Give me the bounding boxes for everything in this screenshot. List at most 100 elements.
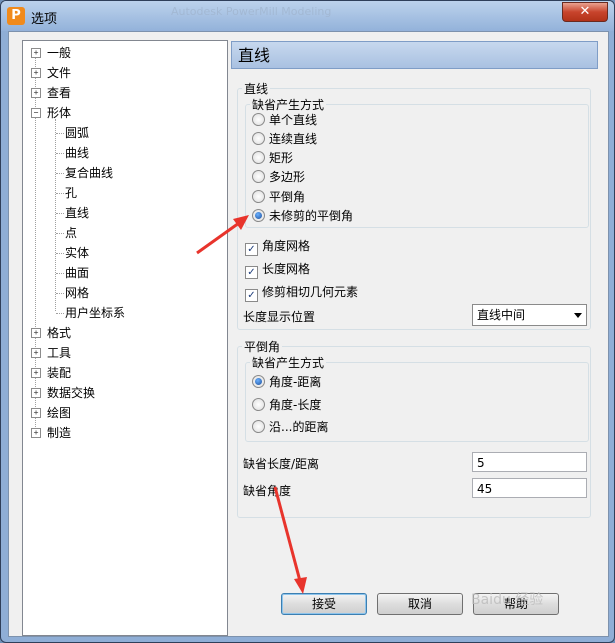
tree-connector	[56, 273, 64, 274]
options-tree[interactable]: + 一般 + 文件 + 查看 − 形体 圆弧 曲线 复合曲线 孔 直线 点 实体…	[22, 40, 228, 636]
dropdown-arrow-icon[interactable]	[574, 313, 582, 318]
tree-item-label: 装配	[47, 366, 72, 380]
checkmark-icon[interactable]: ✓	[245, 243, 258, 256]
checkmark-icon[interactable]: ✓	[245, 289, 258, 302]
checkbox-label: 修剪相切几何元素	[262, 285, 359, 299]
radio-distance-along[interactable]: 沿...的距离	[252, 418, 328, 436]
page-title: 直线	[231, 41, 598, 69]
radio-button-icon[interactable]	[252, 132, 265, 145]
expand-icon[interactable]: +	[31, 388, 41, 398]
radio-polygon[interactable]: 多边形	[252, 168, 305, 186]
chamfer-default-mode-title: 缺省产生方式	[252, 356, 325, 370]
tree-item-hole[interactable]: 孔	[65, 184, 77, 202]
default-length-input[interactable]: 5	[472, 452, 587, 472]
tree-connector	[56, 133, 64, 134]
tree-item-label: 一般	[47, 46, 72, 60]
radio-button-icon[interactable]	[252, 190, 265, 203]
expand-icon[interactable]: +	[31, 328, 41, 338]
tree-item-label: 格式	[47, 326, 72, 340]
tree-item-solid[interactable]: 实体	[65, 244, 89, 262]
tree-item-composite-curve[interactable]: 复合曲线	[65, 164, 113, 182]
dialog-client-area: + 一般 + 文件 + 查看 − 形体 圆弧 曲线 复合曲线 孔 直线 点 实体…	[8, 31, 609, 637]
radio-label: 平倒角	[269, 190, 306, 204]
radio-label: 矩形	[269, 151, 294, 165]
tree-item-label: 工具	[47, 346, 72, 360]
tree-item-line[interactable]: 直线	[65, 204, 89, 222]
radio-button-selected-icon[interactable]	[252, 209, 265, 222]
tree-connector	[56, 293, 64, 294]
tree-item-label: 制造	[47, 426, 72, 440]
line-group-title: 直线	[244, 82, 269, 96]
chamfer-group-title: 平倒角	[244, 340, 281, 354]
expand-icon[interactable]: +	[31, 408, 41, 418]
checkbox-label: 角度网格	[262, 239, 311, 253]
expand-icon[interactable]: +	[31, 368, 41, 378]
radio-button-icon[interactable]	[252, 170, 265, 183]
radio-label: 连续直线	[269, 132, 318, 146]
expand-icon[interactable]: +	[31, 348, 41, 358]
tree-item-surface[interactable]: 曲面	[65, 264, 89, 282]
tree-connector	[56, 313, 64, 314]
tree-connector	[56, 173, 64, 174]
tree-item-user-workplane[interactable]: 用户坐标系	[65, 304, 125, 322]
radio-button-icon[interactable]	[252, 113, 265, 126]
tree-connector	[56, 193, 64, 194]
tree-connector	[56, 153, 64, 154]
radio-button-icon[interactable]	[252, 420, 265, 433]
tree-connector	[55, 119, 56, 311]
close-button[interactable]: ✕	[562, 2, 608, 22]
radio-continuous-line[interactable]: 连续直线	[252, 130, 317, 148]
expand-icon[interactable]: +	[31, 88, 41, 98]
default-angle-input[interactable]: 45	[472, 478, 587, 498]
radio-single-line[interactable]: 单个直线	[252, 111, 317, 129]
radio-label: 沿...的距离	[269, 420, 329, 434]
options-dialog: P 选项 Autodesk PowerMill Modeling ✕ + 一般 …	[0, 0, 615, 643]
tree-item-label: 查看	[47, 86, 72, 100]
window-title: 选项	[31, 12, 58, 27]
background-window-title: Autodesk PowerMill Modeling	[171, 5, 332, 18]
tree-item-label: 数据交换	[47, 386, 96, 400]
radio-button-selected-icon[interactable]	[252, 375, 265, 388]
checkmark-icon[interactable]: ✓	[245, 266, 258, 279]
radio-label: 角度-长度	[269, 398, 322, 412]
radio-untrimmed-chamfer[interactable]: 未修剪的平倒角	[252, 207, 353, 225]
tree-connector	[56, 213, 64, 214]
default-angle-label: 缺省角度	[243, 484, 292, 498]
radio-chamfer[interactable]: 平倒角	[252, 188, 305, 206]
select-value: 直线中间	[477, 308, 526, 322]
checkbox-length-grid[interactable]: ✓ 长度网格	[245, 260, 311, 279]
length-display-select[interactable]: 直线中间	[472, 304, 587, 326]
watermark: Baidu 经验	[471, 592, 544, 608]
tree-item-arc[interactable]: 圆弧	[65, 124, 89, 142]
radio-angle-distance[interactable]: 角度-距离	[252, 373, 321, 391]
expand-icon[interactable]: +	[31, 428, 41, 438]
expand-icon[interactable]: +	[31, 48, 41, 58]
accept-button[interactable]: 接受	[281, 593, 367, 615]
tree-item-point[interactable]: 点	[65, 224, 77, 242]
radio-label: 多边形	[269, 170, 306, 184]
radio-rectangle[interactable]: 矩形	[252, 149, 293, 167]
tree-item-label: 形体	[47, 106, 72, 120]
expand-icon[interactable]: +	[31, 68, 41, 78]
radio-label: 单个直线	[269, 113, 318, 127]
radio-label: 角度-距离	[269, 375, 322, 389]
radio-button-icon[interactable]	[252, 398, 265, 411]
collapse-icon[interactable]: −	[31, 108, 41, 118]
checkbox-angle-grid[interactable]: ✓ 角度网格	[245, 237, 311, 256]
tree-connector	[56, 253, 64, 254]
length-display-label: 长度显示位置	[243, 310, 316, 324]
radio-label: 未修剪的平倒角	[269, 209, 354, 223]
tree-connector	[56, 233, 64, 234]
tree-item-mesh[interactable]: 网格	[65, 284, 89, 302]
tree-item-label: 文件	[47, 66, 72, 80]
radio-angle-length[interactable]: 角度-长度	[252, 396, 321, 414]
title-bar[interactable]: P 选项 Autodesk PowerMill Modeling ✕	[1, 1, 614, 31]
cancel-button[interactable]: 取消	[377, 593, 463, 615]
radio-button-icon[interactable]	[252, 151, 265, 164]
tree-item-curve[interactable]: 曲线	[65, 144, 89, 162]
checkbox-label: 长度网格	[262, 262, 311, 276]
default-length-label: 缺省长度/距离	[243, 457, 320, 471]
checkbox-trim-tangent[interactable]: ✓ 修剪相切几何元素	[245, 283, 359, 302]
tree-item-label: 绘图	[47, 406, 72, 420]
app-icon: P	[7, 7, 25, 25]
